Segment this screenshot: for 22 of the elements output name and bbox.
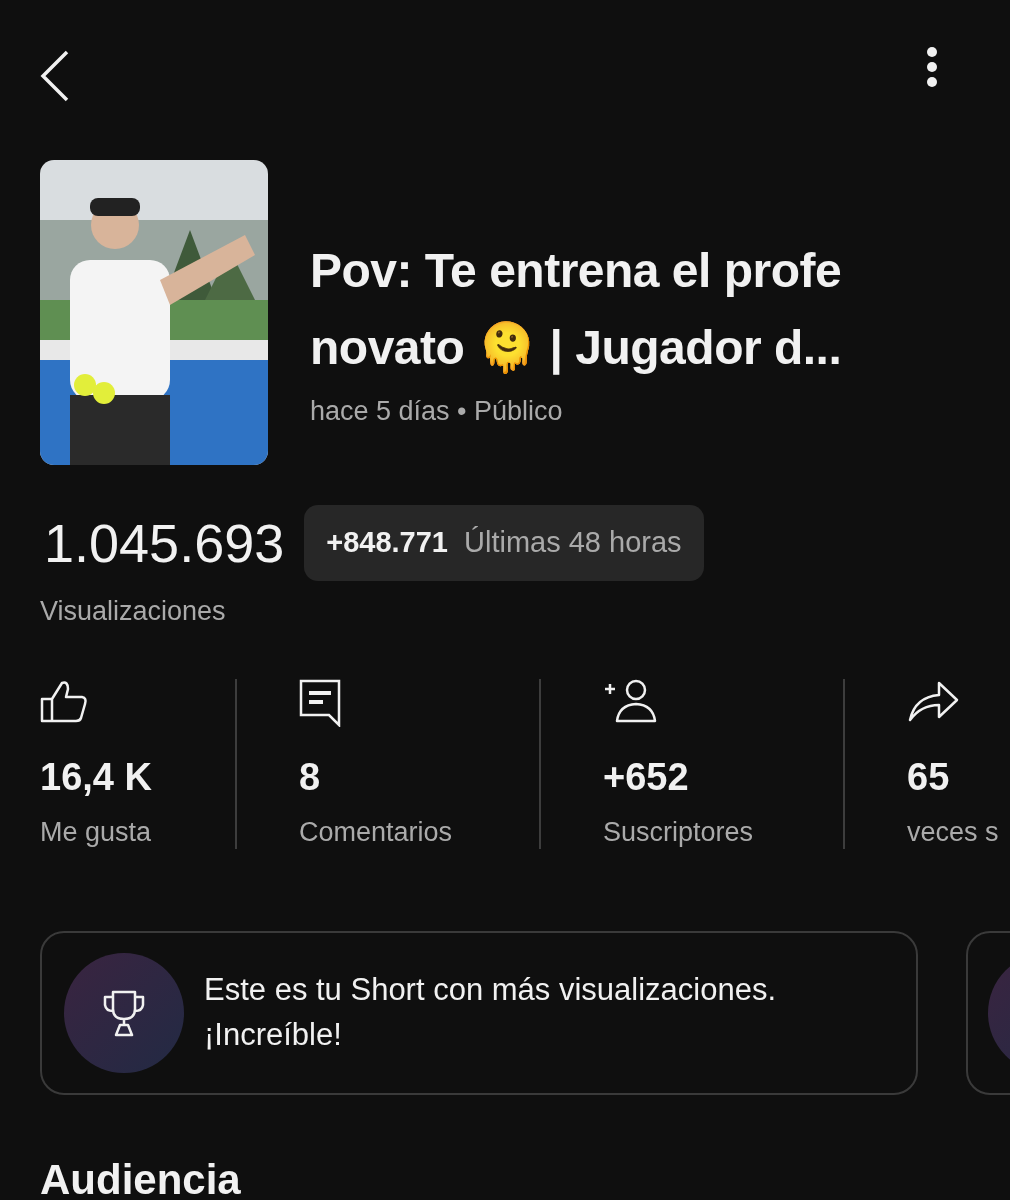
section-title: Audiencia [39, 1155, 242, 1200]
stat-value: +652 [603, 755, 690, 800]
stat-label: Suscriptores [603, 816, 755, 849]
stat-value: 16,4 K [40, 755, 153, 800]
views-count: 1.045.693 [44, 515, 285, 570]
period-label: Últimas 48 horas [464, 525, 682, 560]
video-title: Pov: Te entrena el profe novato 🫠 | Jugador d... [310, 243, 843, 377]
thumbs-up-icon [40, 679, 88, 723]
views-delta: +848.771 [326, 525, 448, 560]
views-label: Visualizaciones [39, 594, 227, 628]
share-icon [907, 679, 959, 723]
more-icon[interactable] [926, 46, 938, 88]
stat-label: Comentarios [299, 816, 454, 849]
add-person-icon [603, 679, 657, 723]
stat-label: veces s [907, 816, 1000, 849]
back-icon[interactable] [40, 50, 70, 102]
insight-text: Este es tu Short con más visualizaciones. ¡Increíble! [204, 971, 778, 1054]
stat-value: 8 [299, 755, 322, 800]
stat-value: 65 [907, 755, 951, 800]
video-meta: hace 5 días • Público [310, 395, 564, 429]
comment-icon [299, 679, 341, 727]
stat-label: Me gusta [40, 816, 153, 849]
